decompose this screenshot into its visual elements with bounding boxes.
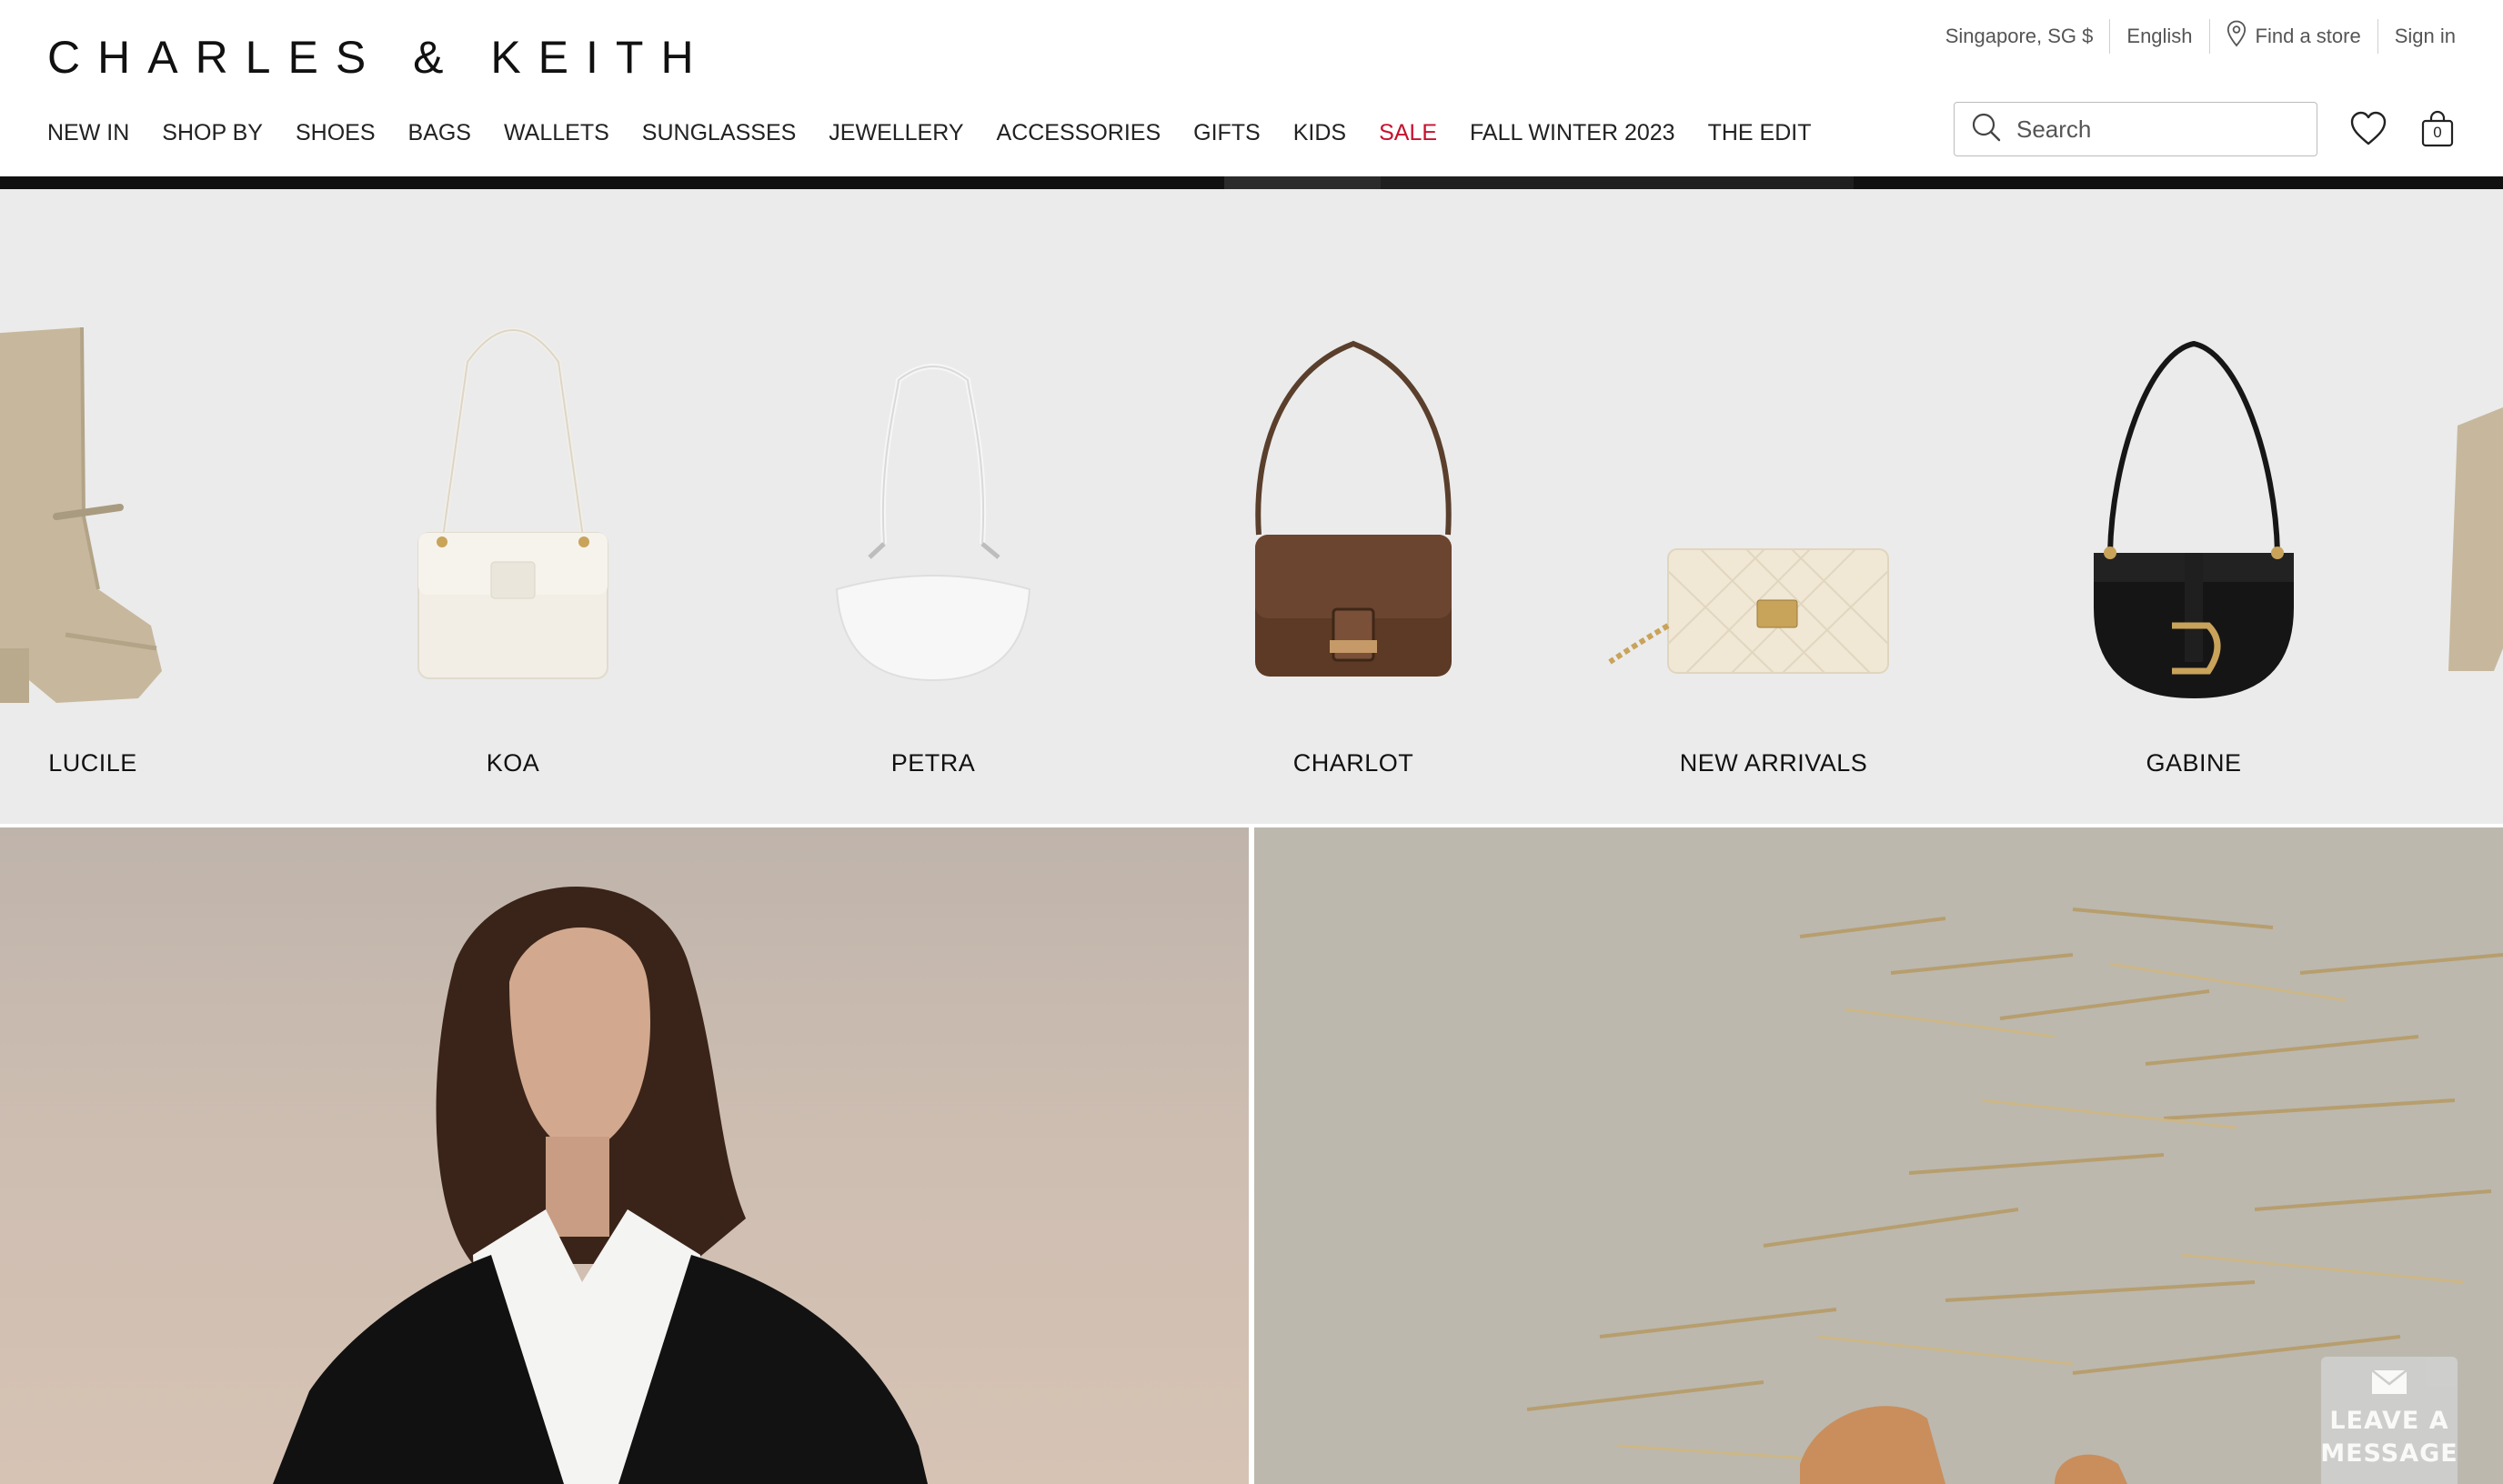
- leave-message-label: LEAVE A MESSAGE: [2320, 1405, 2458, 1470]
- search-box[interactable]: [1954, 102, 2317, 156]
- language-selector[interactable]: English: [2110, 25, 2208, 48]
- category-item-gabine[interactable]: GABINE: [2021, 189, 2367, 824]
- category-item-lucile[interactable]: LUCILE: [0, 189, 266, 824]
- leave-message-line1: LEAVE A: [2329, 1407, 2449, 1435]
- search-input[interactable]: [2016, 115, 2307, 144]
- outdoor-shoes-image: [1254, 827, 2503, 1484]
- category-carousel[interactable]: LUCILE KOA PETRA CHARLOT NEW ARRIVALS GA…: [0, 189, 2503, 824]
- shoulder-bag-icon: [417, 327, 608, 679]
- hero-image-edge: [0, 176, 2503, 189]
- category-label: GABINE: [2146, 749, 2242, 777]
- category-label: NEW ARRIVALS: [1679, 749, 1868, 777]
- main-nav: NEW IN SHOP BY SHOES BAGS WALLETS SUNGLA…: [47, 120, 1845, 146]
- sign-in-label: Sign in: [2394, 25, 2456, 47]
- category-label: LUCILE: [48, 749, 137, 777]
- nav-item-the-edit[interactable]: THE EDIT: [1708, 120, 1812, 146]
- wishlist-heart-icon[interactable]: [2348, 109, 2388, 149]
- cart-count: 0: [2433, 124, 2442, 141]
- category-item-new-arrivals[interactable]: NEW ARRIVALS: [1601, 189, 1946, 824]
- hobo-bag-icon: [835, 364, 1031, 682]
- sign-in-link[interactable]: Sign in: [2378, 25, 2456, 48]
- location-pin-icon: [2227, 20, 2247, 53]
- leave-message-widget[interactable]: LEAVE A MESSAGE: [2320, 1357, 2458, 1484]
- feature-image-portrait[interactable]: [0, 827, 1249, 1484]
- crossbody-bag-icon: [1255, 340, 1452, 677]
- search-icon[interactable]: [1971, 112, 2002, 147]
- category-item-charlot[interactable]: CHARLOT: [1181, 189, 1526, 824]
- nav-item-shop-by[interactable]: SHOP BY: [162, 120, 263, 146]
- nav-item-gifts[interactable]: GIFTS: [1193, 120, 1261, 146]
- nav-item-fall-winter-2023[interactable]: FALL WINTER 2023: [1470, 120, 1675, 146]
- category-label: PETRA: [890, 749, 976, 777]
- utility-bar: Singapore, SG $ English Find a store Sig…: [1929, 19, 2456, 54]
- nav-item-sale[interactable]: SALE: [1379, 120, 1437, 146]
- category-item-petra[interactable]: PETRA: [760, 189, 1106, 824]
- category-label: KOA: [486, 749, 540, 777]
- category-label: CHARLOT: [1292, 749, 1414, 777]
- find-store-link[interactable]: Find a store: [2210, 20, 2377, 53]
- saddle-bag-icon: [2094, 340, 2294, 698]
- nav-item-new-in[interactable]: NEW IN: [47, 120, 129, 146]
- shoe-icon: [2448, 407, 2503, 671]
- nav-item-accessories[interactable]: ACCESSORIES: [997, 120, 1161, 146]
- boot-icon: [0, 326, 162, 703]
- nav-item-wallets[interactable]: WALLETS: [504, 120, 609, 146]
- language-label: English: [2126, 25, 2193, 47]
- nav-item-kids[interactable]: KIDS: [1293, 120, 1346, 146]
- quilted-bag-icon: [1608, 548, 1889, 674]
- model-portrait-image: [273, 887, 928, 1484]
- hero-shade: [1224, 176, 1381, 189]
- nav-item-sunglasses[interactable]: SUNGLASSES: [642, 120, 797, 146]
- find-store-label: Find a store: [2255, 25, 2361, 47]
- nav-item-bags[interactable]: BAGS: [408, 120, 471, 146]
- hero-shade: [1381, 176, 1854, 189]
- leave-message-line2: MESSAGE: [2320, 1439, 2458, 1468]
- site-header: CHARLES & KEITH Singapore, SG $ English …: [0, 0, 2503, 176]
- region-selector[interactable]: Singapore, SG $: [1929, 25, 2110, 48]
- region-label: Singapore, SG $: [1945, 25, 2094, 47]
- feature-image-outdoor[interactable]: [1254, 827, 2503, 1484]
- brand-logo[interactable]: CHARLES & KEITH: [47, 31, 711, 84]
- nav-item-jewellery[interactable]: JEWELLERY: [829, 120, 963, 146]
- category-item-koa[interactable]: KOA: [340, 189, 686, 824]
- nav-item-shoes[interactable]: SHOES: [296, 120, 376, 146]
- shopping-bag-icon[interactable]: 0: [2418, 109, 2458, 149]
- category-item-next[interactable]: [2439, 189, 2503, 824]
- envelope-icon: [2371, 1369, 2408, 1399]
